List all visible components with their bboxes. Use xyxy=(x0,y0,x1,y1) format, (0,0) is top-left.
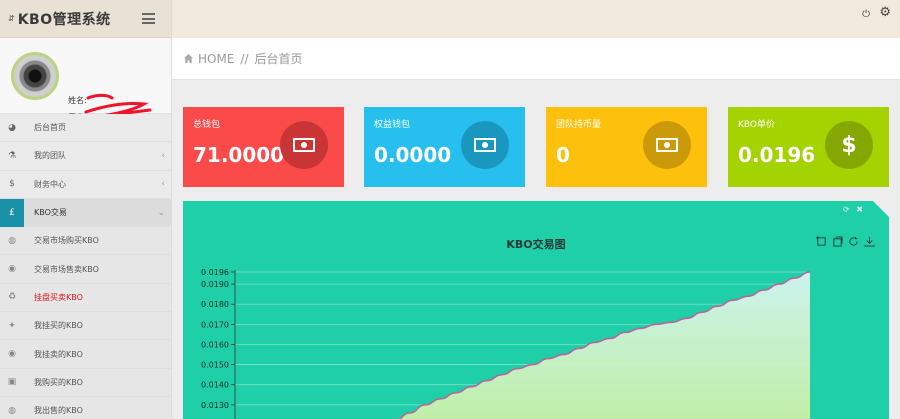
money-icon xyxy=(474,138,496,152)
money-icon xyxy=(293,138,315,152)
globe-icon: ◍ xyxy=(8,405,16,416)
pound-icon: £ xyxy=(0,198,24,227)
recycle-icon: ♻ xyxy=(7,292,17,303)
user-profile: 姓名: 用户 xyxy=(0,38,171,122)
avatar[interactable] xyxy=(11,52,59,100)
top-bar: ⏻ ⚙ xyxy=(172,0,900,38)
submenu-label: 我挂卖的KBO xyxy=(34,349,83,359)
stat-icon-circle xyxy=(643,121,691,169)
circle-icon: ◉ xyxy=(8,264,16,275)
dashboard-icon: ◕ xyxy=(8,122,16,133)
stat-label: 团队持币量 xyxy=(556,120,602,130)
stat-icon-circle: $ xyxy=(825,121,873,169)
dollar-icon: $ xyxy=(9,179,15,190)
sidebar: ⇵ KBO管理系统 姓名: 用户 ◕ 后台首页 ⚗ 我的团队 ‹ $ 财务中心 … xyxy=(0,0,172,419)
menu-toggle-icon[interactable] xyxy=(142,13,155,24)
chevron-left-icon: ‹ xyxy=(161,150,165,161)
power-icon[interactable]: ⏻ xyxy=(862,9,870,20)
stat-equity-wallet[interactable]: 权益钱包 0.0000 xyxy=(364,107,525,187)
y-tick-label: 0.0190 xyxy=(201,280,229,289)
stat-team-holdings[interactable]: 团队持币量 0 xyxy=(546,107,707,187)
home-icon xyxy=(183,53,194,64)
chart-panel: ⟳ ✖ KBO交易图 0.0196 0.0190 0.0180 0.0170 0.016… xyxy=(183,201,889,419)
stat-value: 0 xyxy=(556,143,570,167)
sidebar-menu: ◕ 后台首页 ⚗ 我的团队 ‹ $ 财务中心 ‹ £ KBO交易 ⌄ ◍ 交易市… xyxy=(0,114,171,419)
sidebar-item-label: 我的团队 xyxy=(34,151,66,161)
breadcrumb-home[interactable]: HOME xyxy=(198,52,234,66)
submenu-label: 我购买的KBO xyxy=(34,377,83,387)
sidebar-item-label: KBO交易 xyxy=(34,208,67,218)
stat-value: 71.0000 xyxy=(193,143,285,167)
gear-icon[interactable]: ⚙ xyxy=(879,5,891,20)
submenu-label: 交易市场售卖KBO xyxy=(34,264,99,274)
y-tick-label: 0.0150 xyxy=(201,361,229,370)
submenu-market-sell[interactable]: ◉ 交易市场售卖KBO xyxy=(0,255,171,284)
submenu-my-buy-orders[interactable]: ✦ 我挂买的KBO xyxy=(0,312,171,341)
sidebar-item-kbo-trade[interactable]: £ KBO交易 ⌄ xyxy=(0,198,171,228)
globe-icon: ◍ xyxy=(8,235,16,246)
rebel-icon: ✦ xyxy=(8,320,16,331)
brand-logo-icon: ⇵ xyxy=(8,14,15,23)
submenu-my-sales[interactable]: ◍ 我出售的KBO xyxy=(0,396,171,419)
flask-icon: ⚗ xyxy=(7,150,17,161)
y-tick-label: 0.0170 xyxy=(201,320,229,329)
chevron-down-icon: ⌄ xyxy=(157,207,165,218)
money-icon xyxy=(656,138,678,152)
stat-value: 0.0000 xyxy=(374,143,452,167)
stat-value: 0.0196 xyxy=(738,143,816,167)
stat-total-wallet[interactable]: 总钱包 71.0000 xyxy=(183,107,344,187)
dollar-icon: $ xyxy=(841,132,857,158)
y-tick-label: 0.0130 xyxy=(201,401,229,410)
sidebar-item-finance[interactable]: $ 财务中心 ‹ xyxy=(0,170,171,199)
sidebar-item-my-team[interactable]: ⚗ 我的团队 ‹ xyxy=(0,142,171,171)
circle-o-icon: ◉ xyxy=(8,349,16,360)
submenu-label: 我出售的KBO xyxy=(34,406,83,416)
submenu-my-sell-orders[interactable]: ◉ 我挂卖的KBO xyxy=(0,340,171,369)
breadcrumb-separator: // xyxy=(240,51,249,66)
y-tick-label: 0.0180 xyxy=(201,300,229,309)
sidebar-item-label: 财务中心 xyxy=(34,179,66,189)
stat-label: 总钱包 xyxy=(193,120,221,130)
brand-bar: ⇵ KBO管理系统 xyxy=(0,0,171,38)
stat-icon-circle xyxy=(280,121,328,169)
stat-icon-circle xyxy=(461,121,509,169)
briefcase-icon: ▣ xyxy=(7,377,17,388)
chevron-left-icon: ‹ xyxy=(161,179,165,190)
brand-title: KBO管理系统 xyxy=(17,11,111,28)
submenu-my-purchases[interactable]: ▣ 我购买的KBO xyxy=(0,368,171,397)
submenu-label: 交易市场购买KBO xyxy=(34,236,99,246)
kbo-area-chart: 0.0196 0.0190 0.0180 0.0170 0.0160 0.0150 0.01… xyxy=(201,268,811,419)
stat-label: 权益钱包 xyxy=(374,120,411,130)
y-tick-label: 0.0140 xyxy=(201,381,229,390)
submenu-market-buy[interactable]: ◍ 交易市场购买KBO xyxy=(0,227,171,256)
stat-label: KBO单价 xyxy=(738,120,776,130)
sidebar-item-dashboard[interactable]: ◕ 后台首页 xyxy=(0,114,171,143)
breadcrumb-current: 后台首页 xyxy=(254,52,303,66)
series-area xyxy=(379,272,810,419)
sidebar-item-label: 后台首页 xyxy=(34,123,66,133)
submenu-label: 挂盘买卖KBO xyxy=(34,292,83,302)
stat-kbo-price[interactable]: KBO单价 0.0196 $ xyxy=(728,107,889,187)
breadcrumb: HOME // 后台首页 xyxy=(172,38,900,80)
y-tick-label: 0.0196 xyxy=(201,268,229,277)
y-tick-label: 0.0160 xyxy=(201,340,229,349)
submenu-order-trade[interactable]: ♻ 挂盘买卖KBO xyxy=(0,283,171,313)
submenu-label: 我挂买的KBO xyxy=(34,321,83,331)
